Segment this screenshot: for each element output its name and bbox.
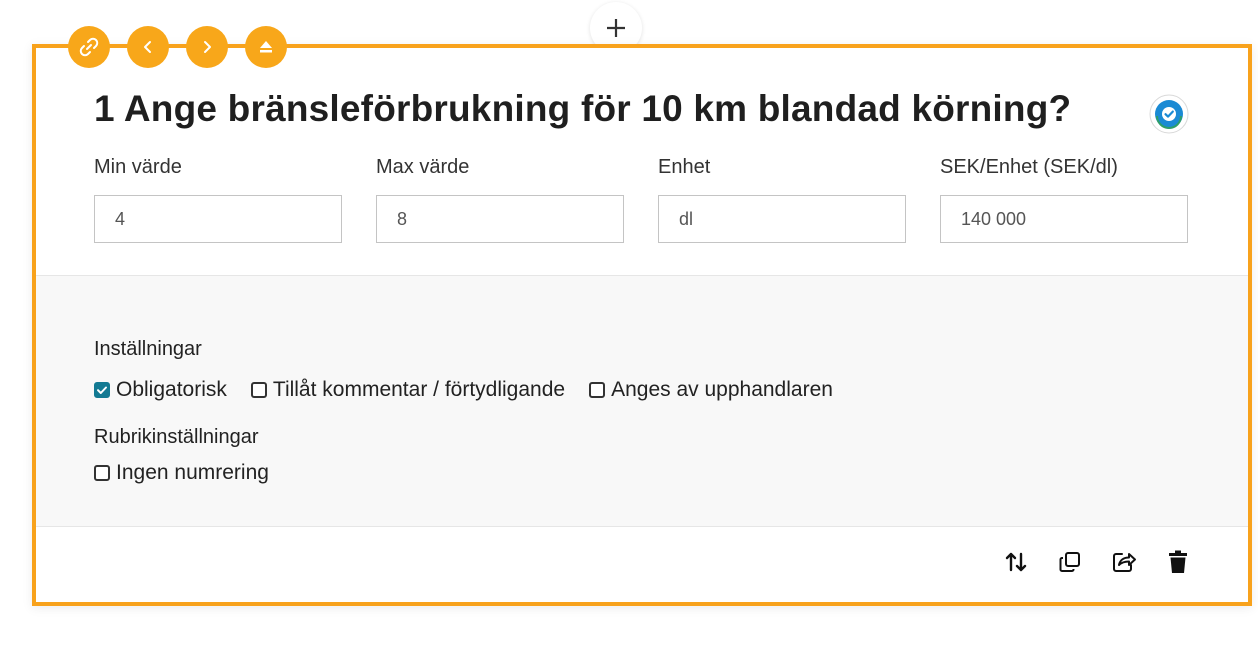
copy-icon bbox=[1059, 552, 1080, 572]
min-value-input[interactable] bbox=[94, 195, 342, 243]
card-actions bbox=[1002, 548, 1192, 576]
plus-icon bbox=[607, 19, 625, 37]
set-by-procurer-label: Anges av upphandlaren bbox=[611, 378, 833, 401]
allow-comment-option[interactable]: Tillåt kommentar / förtydligande bbox=[250, 378, 566, 402]
allow-comment-checkbox[interactable] bbox=[250, 382, 267, 398]
eject-icon bbox=[260, 41, 272, 53]
price-per-unit-field: SEK/Enhet (SEK/dl) bbox=[940, 156, 1190, 243]
allow-comment-label: Tillåt kommentar / förtydligande bbox=[272, 378, 566, 401]
question-title: 1 Ange bränsleförbrukning för 10 km blan… bbox=[94, 88, 1072, 129]
unit-input[interactable] bbox=[658, 195, 906, 243]
required-option[interactable]: Obligatorisk bbox=[94, 378, 227, 402]
chevron-left-icon bbox=[144, 41, 151, 53]
required-label: Obligatorisk bbox=[116, 378, 227, 401]
no-numbering-checkbox[interactable] bbox=[94, 465, 110, 481]
verified-check-icon bbox=[1149, 94, 1189, 134]
sort-icon bbox=[1005, 552, 1027, 572]
question-card: 1 Ange bränsleförbrukning för 10 km blan… bbox=[32, 44, 1252, 606]
unit-label: Enhet bbox=[658, 156, 711, 178]
settings-title: Inställningar bbox=[94, 338, 202, 360]
share-icon bbox=[1113, 553, 1136, 572]
duplicate-button[interactable] bbox=[1056, 548, 1084, 576]
heading-settings-title: Rubrikinställningar bbox=[94, 426, 259, 448]
settings-options: Obligatorisk Tillåt kommentar / förtydli… bbox=[94, 378, 857, 402]
required-checkbox[interactable] bbox=[94, 382, 110, 398]
max-value-field: Max värde bbox=[376, 156, 626, 243]
min-value-field: Min värde bbox=[94, 156, 344, 243]
price-per-unit-input[interactable] bbox=[940, 195, 1188, 243]
max-value-input[interactable] bbox=[376, 195, 624, 243]
delete-button[interactable] bbox=[1164, 548, 1192, 576]
checkmark-icon bbox=[97, 386, 107, 394]
set-by-procurer-option[interactable]: Anges av upphandlaren bbox=[589, 378, 833, 402]
unit-field: Enhet bbox=[658, 156, 908, 243]
share-button[interactable] bbox=[1110, 548, 1138, 576]
price-per-unit-label: SEK/Enhet (SEK/dl) bbox=[940, 156, 1118, 178]
min-value-label: Min värde bbox=[94, 156, 182, 178]
heading-settings-options: Ingen numrering bbox=[94, 461, 293, 485]
max-value-label: Max värde bbox=[376, 156, 470, 178]
move-left-button[interactable] bbox=[127, 26, 169, 68]
reorder-button[interactable] bbox=[1002, 548, 1030, 576]
set-by-procurer-checkbox[interactable] bbox=[589, 382, 606, 398]
eject-button[interactable] bbox=[245, 26, 287, 68]
link-button[interactable] bbox=[68, 26, 110, 68]
chevron-right-icon bbox=[204, 41, 211, 53]
link-icon bbox=[79, 37, 99, 57]
trash-icon bbox=[1169, 550, 1187, 573]
divider bbox=[36, 526, 1248, 527]
question-toolbar bbox=[68, 26, 287, 68]
no-numbering-label: Ingen numrering bbox=[116, 461, 269, 484]
no-numbering-option[interactable]: Ingen numrering bbox=[94, 461, 269, 485]
move-right-button[interactable] bbox=[186, 26, 228, 68]
settings-panel: Inställningar Obligatorisk Tillåt kommen… bbox=[36, 276, 1248, 526]
